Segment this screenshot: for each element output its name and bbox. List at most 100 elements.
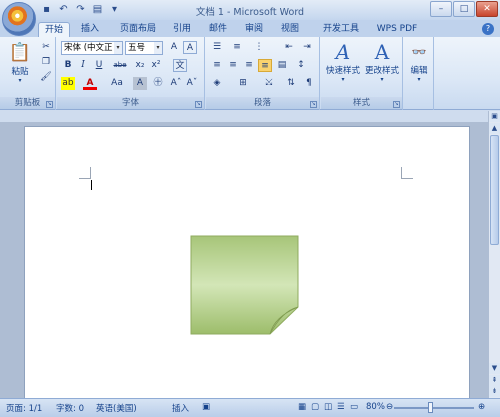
tab-insert[interactable]: 插入 xyxy=(76,22,104,37)
edit-button[interactable]: 👓 编辑 ▾ xyxy=(405,40,433,83)
highlight-icon[interactable]: ab xyxy=(61,77,75,90)
italic-icon[interactable]: I xyxy=(76,59,90,72)
scroll-down-icon[interactable]: ▼ xyxy=(489,363,500,374)
zoom-in-icon[interactable]: ⊕ xyxy=(478,402,485,412)
help-icon[interactable]: ? xyxy=(482,23,494,35)
line-spacing-icon[interactable]: ↕ xyxy=(294,59,308,72)
grow-font-size-icon[interactable]: Aˆ xyxy=(169,77,183,90)
prev-page-icon[interactable]: ⇞ xyxy=(489,375,500,386)
paste-button[interactable]: 📋 粘贴 ▾ xyxy=(4,41,36,84)
tab-view[interactable]: 视图 xyxy=(276,22,304,37)
next-page-icon[interactable]: ⇟ xyxy=(489,386,500,397)
change-styles-button[interactable]: A 更改样式 ▾ xyxy=(362,40,402,83)
align-left-icon[interactable]: ≡ xyxy=(210,59,224,72)
zoom-slider[interactable] xyxy=(394,407,474,409)
superscript-icon[interactable]: x² xyxy=(149,59,163,72)
view-print-layout-icon[interactable]: ▦ xyxy=(298,402,306,412)
tab-review[interactable]: 审阅 xyxy=(240,22,268,37)
paragraph-launcher-icon[interactable]: ↘ xyxy=(310,101,317,108)
paste-label: 粘贴 xyxy=(11,67,29,77)
word-count[interactable]: 字数: 0 xyxy=(56,402,84,414)
view-web-layout-icon[interactable]: ◫ xyxy=(324,402,332,412)
tab-page-layout[interactable]: 页面布局 xyxy=(112,22,164,37)
align-right-icon[interactable]: ≡ xyxy=(242,59,256,72)
grow-font-icon[interactable]: A xyxy=(167,41,181,54)
shrink-font-icon[interactable]: Aˇ xyxy=(185,77,199,90)
editing-group: 👓 编辑 ▾ xyxy=(404,37,434,110)
change-styles-icon: A xyxy=(374,40,390,64)
crop-mark-top-right xyxy=(401,167,413,179)
vertical-scrollbar[interactable]: ▣ ▲ ▼ ⇞ ⇟ xyxy=(488,111,500,398)
sticky-note-shape[interactable] xyxy=(190,235,299,335)
tab-mailings[interactable]: 邮件 xyxy=(204,22,232,37)
underline-icon[interactable]: U xyxy=(92,59,106,72)
distributed-icon[interactable]: ▤ xyxy=(275,59,289,72)
sort-icon[interactable]: ⤩ xyxy=(262,77,276,90)
multilevel-list-icon[interactable]: ⋮ xyxy=(252,41,266,54)
sort-az-icon[interactable]: ⇅ xyxy=(284,77,298,90)
tab-references[interactable]: 引用 xyxy=(168,22,196,37)
close-button[interactable]: ✕ xyxy=(476,1,498,17)
page-count[interactable]: 页面: 1/1 xyxy=(6,402,42,414)
font-color-icon[interactable]: A xyxy=(83,77,97,90)
maximize-button[interactable]: □ xyxy=(453,1,475,17)
zoom-level[interactable]: 80% xyxy=(366,402,385,412)
borders-icon[interactable]: ⊞ xyxy=(236,77,250,90)
tab-home[interactable]: 开始 xyxy=(38,22,70,37)
clipboard-launcher-icon[interactable]: ↘ xyxy=(46,101,53,108)
tab-developer[interactable]: 开发工具 xyxy=(316,22,366,37)
align-center-icon[interactable]: ≡ xyxy=(226,59,240,72)
font-size-combo[interactable]: 五号 ▾ xyxy=(125,41,163,55)
clear-format-icon[interactable]: A xyxy=(183,41,197,54)
phonetic-icon[interactable]: 文 xyxy=(173,59,187,72)
macro-record-icon[interactable]: ▣ xyxy=(202,402,210,412)
insert-mode[interactable]: 插入 xyxy=(172,402,189,414)
chevron-down-icon: ▾ xyxy=(154,42,162,54)
chevron-down-icon: ▾ xyxy=(380,76,384,83)
tab-wps-pdf[interactable]: WPS PDF xyxy=(374,22,420,37)
change-case-icon[interactable]: Aa xyxy=(107,77,127,90)
char-shading-icon[interactable]: A xyxy=(133,77,147,90)
ribbon-tabs: 开始 插入 页面布局 引用 邮件 审阅 视图 开发工具 WPS PDF ? xyxy=(0,20,500,37)
zoom-out-icon[interactable]: ⊖ xyxy=(386,402,393,412)
quick-styles-button[interactable]: A 快速样式 ▾ xyxy=(323,40,363,83)
quick-styles-icon: A xyxy=(335,40,351,64)
scroll-up-icon[interactable]: ▲ xyxy=(489,123,500,134)
numbering-icon[interactable]: ≡ xyxy=(230,41,244,54)
enclosed-char-icon[interactable]: ㊉ xyxy=(151,77,165,90)
quick-styles-label: 快速样式 xyxy=(325,66,360,76)
title-bar: ▪ ↶ ↷ ▤ ▾ 文档 1 - Microsoft Word – □ ✕ xyxy=(0,0,500,20)
paragraph-group: ☰ ≡ ⋮ ⇤ ⇥ ≡ ≡ ≡ ≡ ▤ ↕ ◈ ⊞ ⤩ ⇅ ¶ 段落 ↘ xyxy=(206,37,320,110)
ruler-toggle-icon[interactable]: ▣ xyxy=(489,111,500,122)
window-controls: – □ ✕ xyxy=(430,1,498,17)
styles-launcher-icon[interactable]: ↘ xyxy=(393,101,400,108)
shading-icon[interactable]: ◈ xyxy=(210,77,224,90)
styles-group: A 快速样式 ▾ A 更改样式 ▾ 样式 ↘ xyxy=(321,37,403,110)
subscript-icon[interactable]: x₂ xyxy=(133,59,147,72)
scroll-thumb[interactable] xyxy=(490,135,499,245)
view-outline-icon[interactable]: ☰ xyxy=(337,402,345,412)
copy-icon[interactable]: ❐ xyxy=(39,56,53,69)
office-button[interactable] xyxy=(2,2,36,36)
view-draft-icon[interactable]: ▭ xyxy=(350,402,358,412)
bullets-icon[interactable]: ☰ xyxy=(210,41,224,54)
chevron-down-icon: ▾ xyxy=(114,42,122,54)
strikethrough-icon[interactable]: abe xyxy=(110,59,130,72)
view-full-screen-icon[interactable]: ▢ xyxy=(311,402,319,412)
paste-dropdown-icon: ▾ xyxy=(18,77,22,84)
increase-indent-icon[interactable]: ⇥ xyxy=(300,41,314,54)
font-name-combo[interactable]: 宋体 (中文正文) ▾ xyxy=(61,41,123,55)
font-launcher-icon[interactable]: ↘ xyxy=(195,101,202,108)
window-title: 文档 1 - Microsoft Word xyxy=(195,7,305,18)
language[interactable]: 英语(美国) xyxy=(96,402,137,414)
justify-icon[interactable]: ≡ xyxy=(258,59,272,72)
decrease-indent-icon[interactable]: ⇤ xyxy=(282,41,296,54)
font-name-value: 宋体 (中文正文) xyxy=(64,43,113,53)
zoom-slider-thumb[interactable] xyxy=(428,402,433,413)
show-marks-icon[interactable]: ¶ xyxy=(302,77,316,90)
format-painter-icon[interactable]: 🖌 xyxy=(39,71,53,84)
minimize-button[interactable]: – xyxy=(430,1,452,17)
bold-icon[interactable]: B xyxy=(61,59,75,72)
cut-icon[interactable]: ✂ xyxy=(39,41,53,54)
edit-label: 编辑 xyxy=(410,66,428,76)
